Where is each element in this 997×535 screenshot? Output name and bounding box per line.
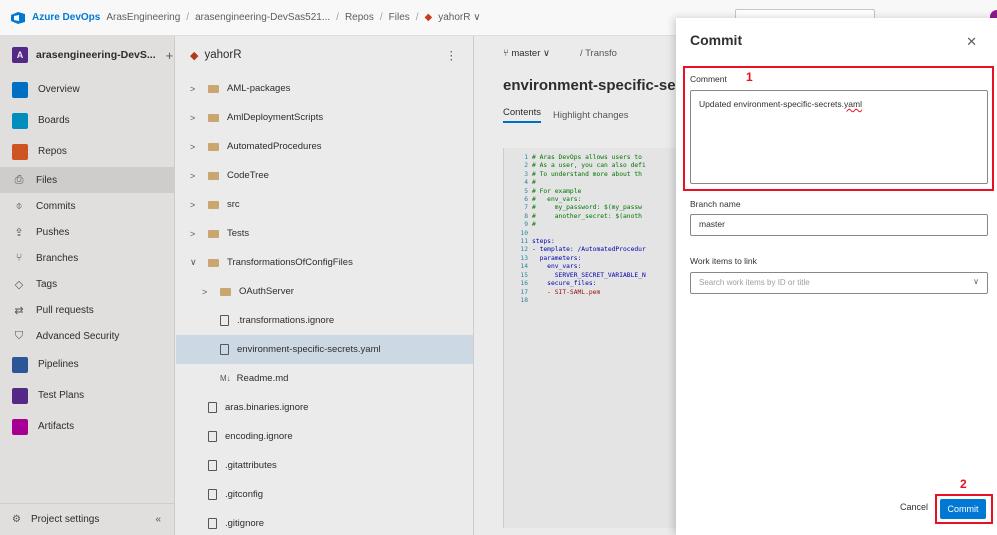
cancel-button[interactable]: Cancel (894, 498, 934, 516)
modal-backdrop (0, 36, 676, 535)
branch-name-field[interactable]: master (690, 214, 988, 236)
breadcrumb-project[interactable]: arasengineering-DevSas521... (195, 12, 330, 23)
close-icon[interactable]: ✕ (966, 34, 977, 50)
breadcrumb-separator: / (415, 12, 419, 23)
breadcrumb-separator: / (379, 12, 383, 23)
dialog-title: Commit (690, 32, 743, 48)
comment-text-misspelled: yaml (844, 99, 862, 109)
comment-field[interactable]: Updated environment-specific-secrets.yam… (690, 90, 988, 184)
brand-link[interactable]: Azure DevOps (32, 12, 100, 23)
annotation-marker-2: 2 (960, 477, 967, 491)
breadcrumb-repo[interactable]: yahorR ∨ (438, 12, 480, 23)
breadcrumb-repos[interactable]: Repos (345, 12, 374, 23)
breadcrumb-org[interactable]: ArasEngineering (106, 12, 180, 23)
work-items-placeholder: Search work items by ID or title (699, 278, 810, 287)
chevron-down-icon: ∨ (973, 277, 979, 286)
breadcrumb-separator: / (336, 12, 339, 23)
commit-dialog: Commit ✕ Comment 1 Updated environment-s… (676, 18, 997, 535)
comment-label: Comment (690, 74, 727, 84)
work-items-picker[interactable]: Search work items by ID or title ∨ (690, 272, 988, 294)
breadcrumb-files[interactable]: Files (389, 12, 410, 23)
branch-name-label: Branch name (690, 199, 741, 209)
breadcrumb-separator: / (186, 12, 190, 23)
commit-button[interactable]: Commit (940, 499, 986, 519)
azure-devops-logo-icon[interactable] (10, 11, 26, 25)
annotation-marker-1: 1 (746, 70, 753, 84)
repo-icon: ◆ (424, 12, 433, 23)
comment-text: Updated environment-specific-secrets. (699, 99, 845, 109)
work-items-label: Work items to link (690, 256, 757, 266)
